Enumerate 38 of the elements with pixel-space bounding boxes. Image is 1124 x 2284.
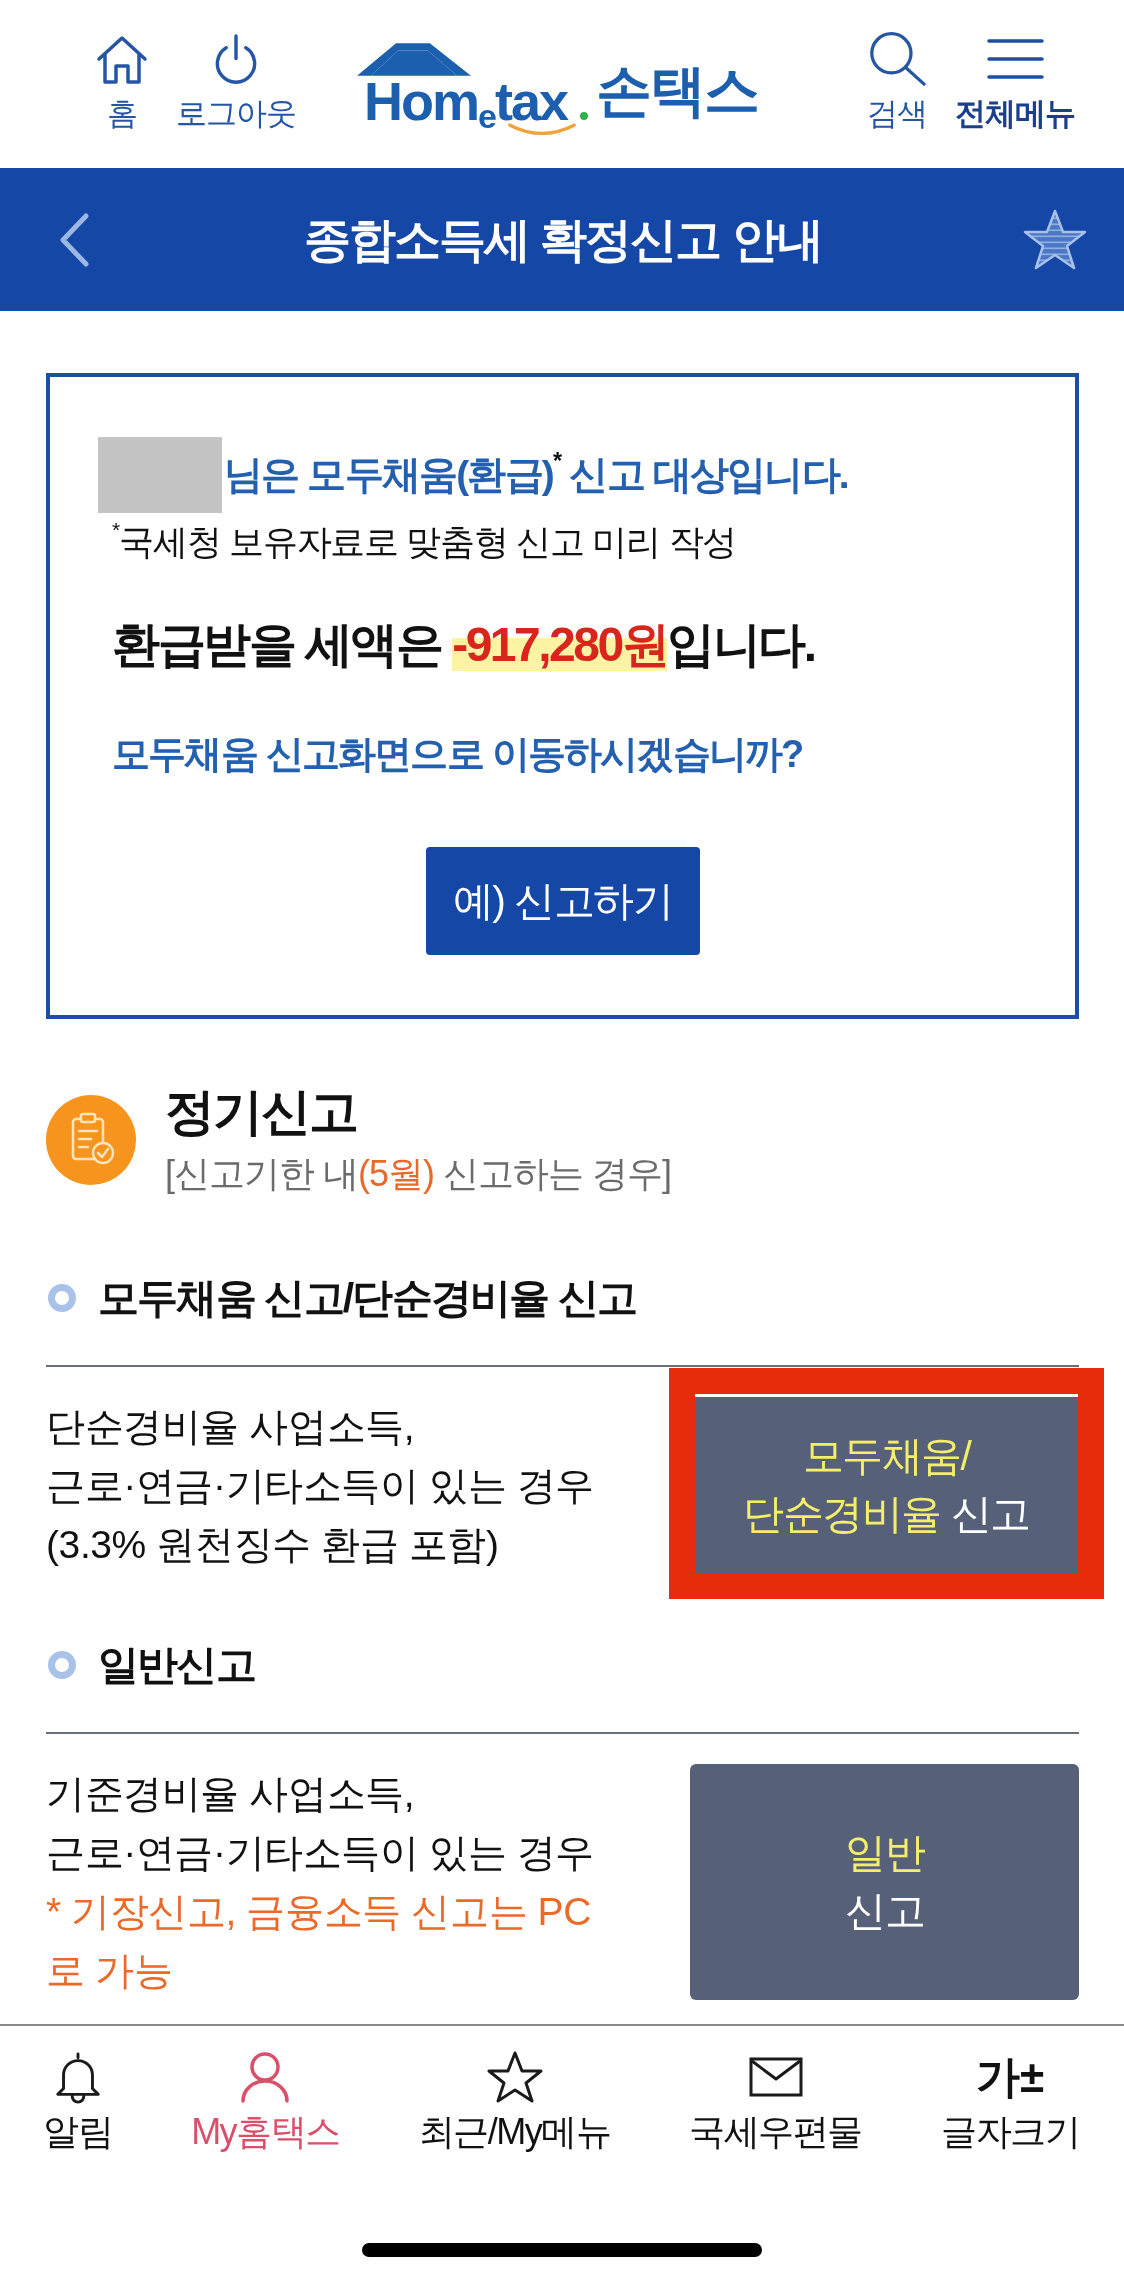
question-text: 모두채움 신고화면으로 이동하시겠습니까? [112, 732, 804, 777]
hometax-logo: Hom$_{e}$tax [356, 40, 588, 140]
text-size-tab[interactable]: 가± 글자크기 [941, 2050, 1079, 2152]
logout-button[interactable]: 로그아웃 [176, 34, 296, 133]
section-title: 정기신고 [165, 1083, 358, 1141]
description-text: 기준경비율 사업소득, 근로·연금·기타소득이 있는 경우 [46, 1771, 595, 1876]
mail-tab[interactable]: 국세우편물 [689, 2050, 862, 2152]
star-icon [485, 2050, 544, 2104]
search-button[interactable]: 검색 [857, 30, 937, 133]
file-return-button[interactable]: 예) 신고하기 [425, 847, 700, 955]
refund-amount-text: 환급받을 세액은 -917,280원입니다. [112, 617, 816, 673]
menu-icon [986, 38, 1044, 80]
person-icon [240, 2050, 291, 2104]
back-icon[interactable] [58, 211, 90, 268]
clipboard-check-icon [46, 1095, 136, 1185]
menu-button[interactable]: 전체메뉴 [955, 34, 1075, 133]
recent-menu-tab[interactable]: 최근/My메뉴 [418, 2050, 611, 2152]
footnote-text: $^{*}$국세청 보유자료로 맞춤형 신고 미리 작성 [112, 521, 738, 563]
text-size-icon: 가± [975, 2050, 1045, 2104]
home-indicator-icon [362, 2243, 762, 2257]
section-subtitle: [신고기한 내(5월) 신고하는 경우] [165, 1152, 672, 1196]
ring-bullet-icon [48, 1651, 76, 1679]
filing-button[interactable]: 일반 신고 [690, 1764, 1079, 2000]
home-button[interactable]: 홈 [86, 34, 158, 133]
my-page-tab[interactable]: My홈택스 [191, 2050, 340, 2152]
home-icon [96, 34, 148, 85]
eligibility-text: 님은 모두채움(환급)$^{*}$ 신고 대상입니다. [224, 451, 848, 498]
subsection-heading: 일반신고 [98, 1641, 255, 1690]
note-text: * 기장신고, 금융소득 신고는 PC로 가능 [46, 1889, 592, 1994]
app-name-text: 손택스 [596, 58, 758, 124]
description-text: 단순경비율 사업소득, 근로·연금·기타소득이 있는 경우 (3.3% 원천징수 환급 포함) [46, 1404, 595, 1568]
subsection-heading: 모두채움 신고/단순경비율 신고 [98, 1274, 637, 1323]
alerts-tab[interactable]: 알림 [43, 2050, 112, 2152]
page-title: 종합소득세 확정신고 안내 [304, 211, 822, 268]
favorite-star-icon[interactable] [1022, 207, 1088, 272]
envelope-icon [748, 2057, 803, 2097]
ring-bullet-icon [48, 1284, 76, 1312]
filing-button[interactable]: 모두채움/ 단순경비율 신고 [695, 1394, 1078, 1573]
